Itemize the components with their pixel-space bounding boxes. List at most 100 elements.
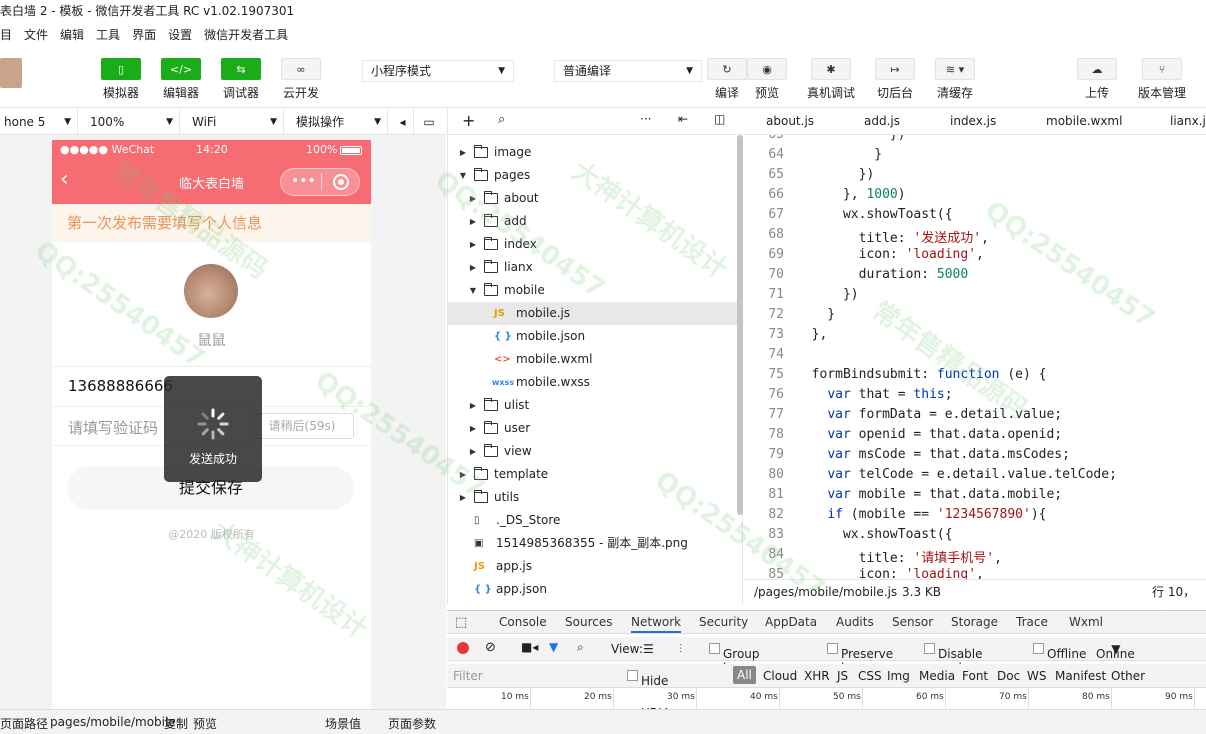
- filter-img[interactable]: Img: [887, 669, 910, 683]
- filter-css[interactable]: CSS: [858, 669, 882, 683]
- user-avatar[interactable]: [0, 58, 22, 88]
- disable-cache-checkbox[interactable]: Disable cache: [924, 642, 983, 675]
- tree-item[interactable]: ▶ index: [448, 233, 738, 256]
- device-select[interactable]: hone 5 ▼: [0, 108, 78, 135]
- tab-storage[interactable]: Storage: [951, 615, 998, 629]
- version-button[interactable]: ⑂ 版本管理: [1134, 58, 1190, 101]
- list-view-icon[interactable]: ☰: [643, 642, 654, 656]
- inspect-icon[interactable]: ⬚: [455, 615, 467, 630]
- tree-item[interactable]: { } app.json: [448, 578, 738, 601]
- tree-item[interactable]: ▶ utils: [448, 486, 738, 509]
- hide-data-urls-checkbox[interactable]: Hide data URLs: [627, 669, 671, 716]
- editor-button[interactable]: </> 编辑器: [157, 58, 205, 101]
- tab-sources[interactable]: Sources: [565, 615, 612, 629]
- search-icon[interactable]: ⌕: [577, 640, 584, 655]
- tab-trace[interactable]: Trace: [1016, 615, 1048, 629]
- menu-item-file[interactable]: 文件: [24, 26, 48, 43]
- tree-item[interactable]: JS app.js: [448, 555, 738, 578]
- tab-appdata[interactable]: AppData: [765, 615, 817, 629]
- tab-wxml[interactable]: Wxml: [1069, 615, 1103, 629]
- filter-icon[interactable]: ▼: [549, 640, 558, 654]
- filter-other[interactable]: Other: [1111, 669, 1145, 683]
- filter-xhr[interactable]: XHR: [804, 669, 830, 683]
- collapse-icon[interactable]: ⇤: [678, 112, 688, 126]
- tree-item[interactable]: JS mobile.js: [448, 302, 738, 325]
- page-params[interactable]: 页面参数: [388, 715, 436, 732]
- simulator-button[interactable]: ▯ 模拟器: [97, 58, 145, 101]
- tree-item[interactable]: ▣ 1514985368355 - 副本_副本.png: [448, 532, 738, 555]
- filter-ws[interactable]: WS: [1027, 669, 1046, 683]
- tree-item[interactable]: ▶ about: [448, 187, 738, 210]
- tab-mobile-wxml[interactable]: mobile.wxml: [1046, 114, 1122, 128]
- add-icon[interactable]: +: [462, 111, 475, 130]
- menu-item-tools[interactable]: 工具: [96, 26, 120, 43]
- tree-item[interactable]: ▶ image: [448, 141, 738, 164]
- window-icon[interactable]: ▭: [414, 109, 440, 135]
- background-button[interactable]: ↦ 切后台: [871, 58, 919, 101]
- filter-doc[interactable]: Doc: [997, 669, 1020, 683]
- tab-network[interactable]: Network: [631, 615, 682, 633]
- scene-value[interactable]: 场景值: [325, 715, 361, 732]
- tab-audits[interactable]: Audits: [836, 615, 874, 629]
- mode-dropdown[interactable]: 小程序模式 ▼: [362, 60, 514, 82]
- compile-mode-dropdown[interactable]: 普通编译 ▼: [554, 60, 702, 82]
- preserve-log-checkbox[interactable]: Preserve log: [827, 642, 893, 675]
- tab-about-js[interactable]: about.js: [766, 114, 814, 128]
- phone-number-input[interactable]: 13688886666: [68, 377, 173, 395]
- menu-item-mu[interactable]: 目: [0, 26, 12, 43]
- volume-icon[interactable]: ◂: [388, 108, 414, 135]
- menu-item-view[interactable]: 界面: [132, 26, 156, 43]
- tab-index-js[interactable]: index.js: [950, 114, 996, 128]
- tree-item[interactable]: ▼ pages: [448, 164, 738, 187]
- group-by-frame-checkbox[interactable]: Group by frame: [709, 642, 760, 689]
- throttle-select[interactable]: Online ▼: [1096, 642, 1135, 661]
- tab-console[interactable]: Console: [499, 615, 547, 629]
- filter-font[interactable]: Font: [962, 669, 988, 683]
- zoom-select[interactable]: 100% ▼: [78, 108, 180, 135]
- camera-icon[interactable]: ■◂: [521, 640, 538, 654]
- preview-link[interactable]: 预览: [193, 715, 217, 732]
- record-icon[interactable]: [457, 642, 469, 654]
- network-select[interactable]: WiFi ▼: [180, 108, 284, 135]
- tab-security[interactable]: Security: [699, 615, 748, 629]
- cloud-dev-button[interactable]: ∞ 云开发: [277, 58, 325, 101]
- tree-item[interactable]: ▶ view: [448, 440, 738, 463]
- tree-scrollbar[interactable]: [737, 135, 743, 515]
- filter-media[interactable]: Media: [919, 669, 955, 683]
- tree-item[interactable]: ▼ mobile: [448, 279, 738, 302]
- filter-input[interactable]: Filter: [453, 669, 483, 683]
- capsule-menu[interactable]: •••: [280, 168, 360, 196]
- tree-item[interactable]: <> mobile.wxml: [448, 348, 738, 371]
- filter-js[interactable]: JS: [837, 669, 848, 683]
- filter-all[interactable]: All: [733, 666, 756, 684]
- offline-checkbox[interactable]: Offline: [1033, 642, 1086, 661]
- clear-icon[interactable]: ⊘: [485, 640, 496, 655]
- remote-debug-button[interactable]: ✱ 真机调试: [803, 58, 859, 101]
- clear-cache-button[interactable]: ≋ ▾ 清缓存: [931, 58, 979, 101]
- close-mini-icon[interactable]: [333, 174, 349, 190]
- preview-button[interactable]: ◉ 预览: [743, 58, 791, 101]
- code-editor[interactable]: 65 }) 64 } 65 }) 66 }, 1000) 67 wx.showToast…: [744, 135, 1206, 579]
- more-icon[interactable]: ···: [640, 112, 651, 126]
- sim-ops-select[interactable]: 模拟操作 ▼: [284, 108, 388, 135]
- copy-link[interactable]: 复制: [164, 715, 188, 732]
- tree-item[interactable]: ▶ template: [448, 463, 738, 486]
- tree-item[interactable]: ▶ add: [448, 210, 738, 233]
- menu-item-settings[interactable]: 设置: [168, 26, 192, 43]
- tab-add-js[interactable]: add.js: [864, 114, 900, 128]
- tab-sensor[interactable]: Sensor: [892, 615, 933, 629]
- tree-item[interactable]: wxss mobile.wxss: [448, 371, 738, 394]
- get-code-button[interactable]: 请稍后(59s): [250, 413, 354, 439]
- tree-item[interactable]: { } mobile.json: [448, 325, 738, 348]
- tree-item[interactable]: ▶ user: [448, 417, 738, 440]
- filter-cloud[interactable]: Cloud: [763, 669, 797, 683]
- menu-item-edit[interactable]: 编辑: [60, 26, 84, 43]
- tree-item[interactable]: ▶ lianx: [448, 256, 738, 279]
- filter-manifest[interactable]: Manifest: [1055, 669, 1106, 683]
- tab-lianx-js[interactable]: lianx.js: [1170, 114, 1206, 128]
- tree-item[interactable]: ▶ ulist: [448, 394, 738, 417]
- more-icon[interactable]: •••: [291, 173, 316, 189]
- code-input[interactable]: 请填写验证码: [68, 417, 158, 438]
- tree-item[interactable]: ▯ ._DS_Store: [448, 509, 738, 532]
- upload-button[interactable]: ☁ 上传: [1073, 58, 1121, 101]
